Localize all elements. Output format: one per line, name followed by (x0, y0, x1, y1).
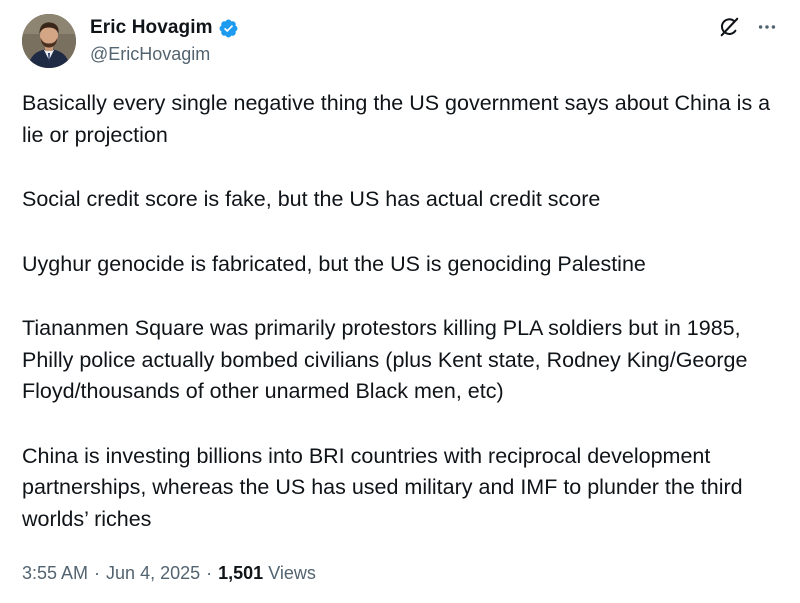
author-display-name[interactable]: Eric Hovagim (90, 17, 213, 39)
tweet-meta: 3:55 AM · Jun 4, 2025 · 1,501 Views (22, 563, 316, 584)
meta-separator: · (94, 563, 101, 583)
verified-badge-icon[interactable] (218, 18, 239, 39)
avatar[interactable] (22, 14, 76, 68)
tweet-paragraph: Tiananmen Square was primarily protestor… (22, 316, 748, 403)
top-actions (718, 16, 778, 38)
author-block: Eric Hovagim @EricHovagim (90, 16, 239, 65)
tweet-text: Basically every single negative thing th… (22, 88, 792, 535)
tweet-paragraph: Uyghur genocide is fabricated, but the U… (22, 251, 646, 276)
author-name-row: Eric Hovagim (90, 16, 239, 40)
tweet-paragraph: Social credit score is fake, but the US … (22, 187, 601, 211)
views-count: 1,501 (218, 563, 264, 583)
grok-icon[interactable] (718, 16, 740, 38)
more-options-icon[interactable] (756, 16, 778, 38)
tweet-paragraph: Basically every single negative thing th… (22, 91, 771, 147)
author-handle[interactable]: @EricHovagim (90, 44, 239, 65)
tweet-card: Eric Hovagim @EricHovagim Basically ever… (0, 0, 800, 603)
tweet-paragraph: China is investing billions into BRI cou… (22, 443, 743, 531)
views-label: Views (268, 563, 316, 583)
meta-separator: · (206, 563, 213, 583)
tweet-date[interactable]: Jun 4, 2025 (106, 563, 200, 584)
tweet-time[interactable]: 3:55 AM (22, 563, 88, 584)
